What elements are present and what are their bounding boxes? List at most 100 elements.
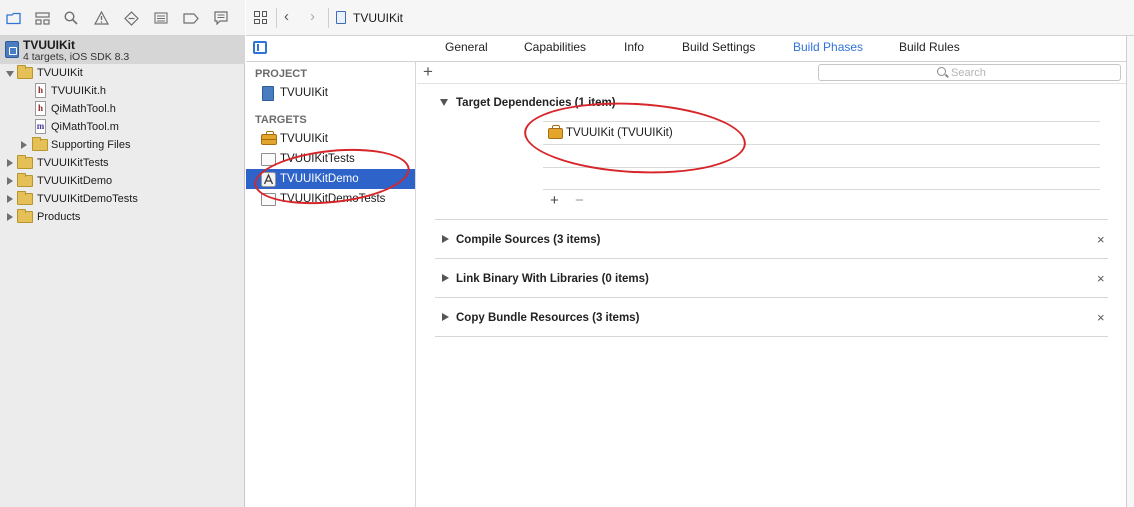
disclosure-closed-icon[interactable] (7, 177, 13, 185)
divider (276, 8, 277, 28)
disclosure-closed-icon[interactable] (442, 313, 449, 321)
toggle-outline-icon[interactable] (253, 41, 267, 54)
tree-item-supporting-files[interactable]: Supporting Files (0, 136, 245, 154)
remove-dependency-button[interactable]: − (575, 193, 584, 209)
jump-bar-title[interactable]: TVUUIKit (353, 11, 403, 25)
search-icon[interactable] (62, 9, 80, 27)
target-item-tvuuikitdemo[interactable]: TVUUIKitDemo (246, 169, 415, 189)
tree-item-qimathtool-h[interactable]: h QiMathTool.h (0, 100, 245, 118)
tab-capabilities[interactable]: Capabilities (524, 40, 586, 54)
tree-item-label: TVUUIKit.h (51, 85, 107, 97)
disclosure-closed-icon[interactable] (7, 159, 13, 167)
tree-item-label: QiMathTool.h (51, 103, 116, 115)
test-diamond-icon[interactable] (122, 9, 140, 27)
dependency-item-label[interactable]: TVUUIKit (TVUUIKit) (566, 127, 673, 139)
add-dependency-button[interactable]: + (550, 193, 559, 209)
inspector-edge (1126, 36, 1134, 507)
tree-item-label: TVUUIKit (37, 67, 83, 79)
divider (543, 144, 1100, 145)
build-phases-toolbar: + (417, 62, 1134, 84)
tab-general[interactable]: General (445, 40, 488, 54)
folder-icon (17, 209, 33, 223)
tree-item-label: Supporting Files (51, 139, 131, 151)
close-icon[interactable]: × (1097, 233, 1105, 247)
disclosure-open-icon[interactable] (440, 99, 448, 106)
project-section-header: PROJECT (255, 68, 307, 80)
project-navigator: TVUUIKit 4 targets, iOS SDK 8.3 TVUUIKit… (0, 0, 245, 507)
tree-item-tvuuikit-h[interactable]: h TVUUIKit.h (0, 82, 245, 100)
disclosure-open-icon[interactable] (6, 71, 14, 77)
folder-icon (32, 137, 48, 151)
header-file-icon: h (35, 83, 46, 98)
tree-item-label: TVUUIKitTests (37, 157, 109, 169)
app-target-icon (261, 172, 276, 187)
phase-compile-sources-title[interactable]: Compile Sources (3 items) (456, 231, 600, 249)
log-icon[interactable] (212, 9, 230, 27)
disclosure-closed-icon[interactable] (7, 213, 13, 221)
folder-icon (17, 155, 33, 169)
phase-copy-bundle-resources-title[interactable]: Copy Bundle Resources (3 items) (456, 309, 639, 327)
project-subtitle: 4 targets, iOS SDK 8.3 (23, 51, 130, 63)
close-icon[interactable]: × (1097, 272, 1105, 286)
list-item-label: TVUUIKit (280, 133, 328, 145)
tree-item-tvuuikittests[interactable]: TVUUIKitTests (0, 154, 245, 172)
folder-icon (17, 173, 33, 187)
build-phases-editor: + Target Dependencies (1 item) TVUUIKit … (417, 62, 1134, 507)
divider (543, 121, 1100, 122)
disclosure-closed-icon[interactable] (21, 141, 27, 149)
project-item[interactable]: TVUUIKit (246, 83, 415, 103)
tab-build-settings[interactable]: Build Settings (682, 40, 755, 54)
jump-bar: ‹ › TVUUIKit (246, 0, 1134, 36)
list-item-label: TVUUIKitDemo (280, 173, 359, 185)
framework-briefcase-icon (261, 131, 277, 145)
list-item-label: TVUUIKitDemoTests (280, 193, 386, 205)
forward-arrow-icon[interactable]: › (310, 9, 315, 25)
search-icon (937, 67, 946, 76)
tab-build-rules[interactable]: Build Rules (899, 40, 960, 54)
related-items-grid-icon[interactable] (254, 11, 267, 24)
add-build-phase-button[interactable]: + (423, 63, 433, 81)
tree-item-label: TVUUIKitDemo (37, 175, 113, 187)
divider (328, 8, 329, 28)
test-bundle-icon (261, 193, 276, 206)
tree-item-tvuuikit-group[interactable]: TVUUIKit (0, 64, 245, 82)
tree-item-tvuuikitdemo[interactable]: TVUUIKitDemo (0, 172, 245, 190)
tree-item-qimathtool-m[interactable]: m QiMathTool.m (0, 118, 245, 136)
project-file-icon (336, 11, 346, 24)
target-item-tvuuikit[interactable]: TVUUIKit (246, 129, 415, 149)
warning-icon[interactable] (92, 9, 110, 27)
search-input[interactable] (951, 66, 1111, 79)
phase-target-dependencies-title[interactable]: Target Dependencies (1 item) (456, 94, 616, 112)
project-root-row[interactable]: TVUUIKit 4 targets, iOS SDK 8.3 (0, 36, 245, 64)
breakpoint-icon[interactable] (182, 9, 200, 27)
list-item-label: TVUUIKitTests (280, 153, 355, 165)
close-icon[interactable]: × (1097, 311, 1105, 325)
targets-section-header: TARGETS (255, 114, 307, 126)
project-target-list: PROJECT TVUUIKit TARGETS TVUUIKit TVUUIK… (246, 62, 416, 507)
hierarchy-icon[interactable] (33, 9, 51, 27)
disclosure-closed-icon[interactable] (442, 235, 449, 243)
tree-item-label: TVUUIKitDemoTests (37, 193, 138, 205)
debug-list-icon[interactable] (152, 9, 170, 27)
target-item-tvuuikitdemotests[interactable]: TVUUIKitDemoTests (246, 189, 415, 209)
back-arrow-icon[interactable]: ‹ (284, 9, 289, 25)
tab-info[interactable]: Info (624, 40, 644, 54)
divider (435, 336, 1108, 337)
disclosure-closed-icon[interactable] (442, 274, 449, 282)
tree-item-products[interactable]: Products (0, 208, 245, 226)
disclosure-closed-icon[interactable] (7, 195, 13, 203)
editor-tab-bar: General Capabilities Info Build Settings… (246, 36, 1134, 62)
folder-icon[interactable] (4, 9, 22, 27)
search-field[interactable] (818, 64, 1121, 81)
divider (435, 297, 1108, 298)
implementation-file-icon: m (35, 119, 46, 134)
tree-item-tvuuikitdemotests[interactable]: TVUUIKitDemoTests (0, 190, 245, 208)
header-file-icon: h (35, 101, 46, 116)
tree-item-label: QiMathTool.m (51, 121, 119, 133)
divider (543, 189, 1100, 190)
target-item-tvuuikittests[interactable]: TVUUIKitTests (246, 149, 415, 169)
test-bundle-icon (261, 153, 276, 166)
phase-link-binary-title[interactable]: Link Binary With Libraries (0 items) (456, 270, 649, 288)
tab-build-phases[interactable]: Build Phases (793, 40, 863, 54)
folder-icon (17, 191, 33, 205)
